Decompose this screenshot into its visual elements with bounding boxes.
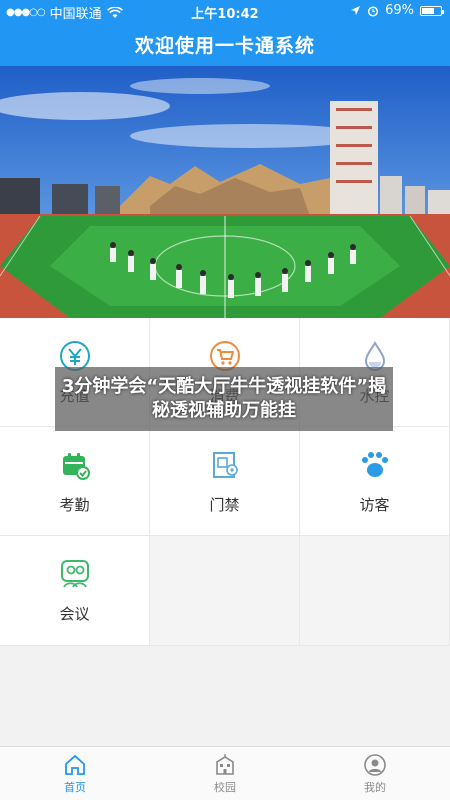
- menu-item-attendance[interactable]: 考勤: [0, 427, 150, 536]
- meeting-icon: [58, 557, 92, 591]
- empty-cell: [150, 536, 300, 646]
- menu-item-meeting[interactable]: 会议: [0, 536, 150, 646]
- nav-bar: 欢迎使用一卡通系统: [0, 22, 450, 66]
- menu-item-label: 考勤: [59, 495, 90, 514]
- location-arrow-icon: [351, 6, 361, 15]
- tab-mine[interactable]: 我的: [300, 747, 450, 800]
- footprint-icon: [358, 448, 392, 482]
- status-bar: ●●●○○ 中国联通 上午10:42 69%: [0, 0, 450, 22]
- tab-label: 我的: [364, 780, 386, 794]
- user-icon: [364, 753, 386, 776]
- empty-cell: [300, 536, 450, 646]
- tab-campus[interactable]: 校园: [150, 747, 300, 800]
- overlay-caption: 3分钟学会“天酷大厅牛牛透视挂软件”揭秘透视辅助万能挂: [55, 367, 393, 431]
- tab-label: 校园: [214, 780, 236, 794]
- status-right: 69%: [350, 3, 444, 18]
- calendar-check-icon: [58, 448, 92, 482]
- battery-icon: [420, 5, 444, 16]
- tab-home[interactable]: 首页: [0, 747, 150, 800]
- menu-item-visitor[interactable]: 访客: [300, 427, 450, 536]
- tab-bar: 首页 校园 我的: [0, 746, 450, 800]
- alarm-clock-icon: [368, 5, 379, 17]
- menu-item-label: 门禁: [209, 495, 240, 514]
- page-title: 欢迎使用一卡通系统: [134, 34, 315, 57]
- door-access-icon: [208, 448, 242, 482]
- campus-sports-field-photo: [0, 66, 450, 318]
- home-icon: [65, 754, 85, 775]
- overlay-caption-text: 3分钟学会“天酷大厅牛牛透视挂软件”揭秘透视辅助万能挂: [61, 376, 387, 421]
- battery-percent: 69%: [385, 3, 414, 18]
- tab-label: 首页: [64, 780, 86, 794]
- menu-item-label: 访客: [359, 495, 390, 514]
- battery-fill: [422, 7, 435, 14]
- menu-item-door-access[interactable]: 门禁: [150, 427, 300, 536]
- menu-item-label: 会议: [59, 605, 90, 623]
- banner-image[interactable]: [0, 66, 450, 318]
- school-building-icon: [216, 753, 234, 775]
